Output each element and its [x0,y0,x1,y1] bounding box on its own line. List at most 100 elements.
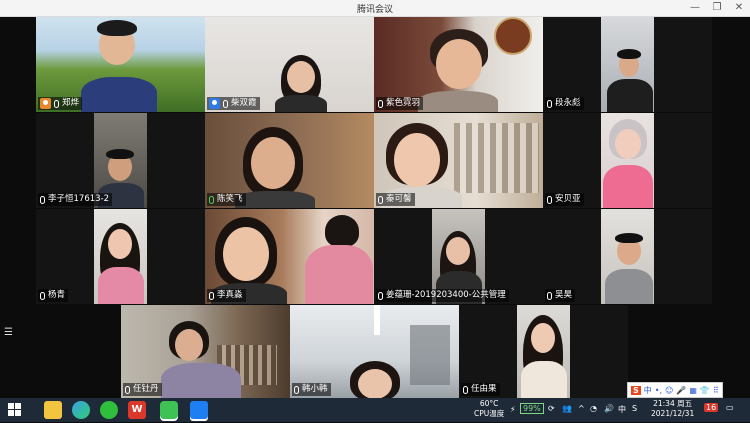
participant-name: 李子恒17613-2 [48,194,110,204]
participant-label: 任由果 [461,383,500,396]
mic-icon [125,385,130,394]
mic-icon [40,291,45,300]
video-tile[interactable]: 陈笑飞 [205,113,374,208]
notification-badge[interactable]: 16 [704,403,719,412]
mic-icon [378,195,383,204]
participant-label: 任钍丹 [123,383,162,396]
video-tile[interactable]: 郑烨 [36,17,205,112]
plug-icon: ⚡ [510,405,516,414]
file-explorer-icon[interactable] [44,401,62,419]
participant-name: 任由果 [471,384,497,394]
participant-label: 李真淼 [207,289,246,302]
sync-icon[interactable]: ⟳ [548,404,555,413]
window-titlebar: 腾讯会议 — ❐ ✕ [0,0,750,17]
cpu-temp-label: CPU温度 [474,409,505,418]
participant-label: 杨青 [38,289,69,302]
battery-indicator[interactable]: 99% [520,403,544,414]
participant-name: 姜蕴珊-2019203400-公共管理 [386,290,506,300]
wechat-icon[interactable] [160,401,178,419]
tencent-meeting-icon[interactable] [190,401,208,419]
participant-name: 任钍丹 [133,384,159,394]
mic-icon [54,99,59,108]
emoji-icon: ☺ [665,385,674,395]
cpu-temp-value: 60°C [479,399,499,408]
participant-name: 秦可馨 [386,194,412,204]
wifi-icon[interactable]: ◔ [590,404,597,413]
video-tile[interactable]: 紫色霓羽 [374,17,543,112]
video-tile[interactable]: 吴昊 [543,209,712,304]
mic-icon [547,99,552,108]
participant-name: 杨青 [48,290,66,300]
tray-expand-icon[interactable]: ^ [578,404,585,413]
ime-lang: 中 [643,385,652,395]
participant-name: 郑烨 [62,98,80,108]
participant-label: 柴双霞 [207,97,260,110]
skin-icon: 👕 [699,385,710,395]
participant-label: 姜蕴珊-2019203400-公共管理 [376,289,509,302]
volume-icon[interactable]: 🔊 [604,404,614,413]
app-green-icon[interactable] [100,401,118,419]
input-lang[interactable]: 中 [618,404,626,415]
member-list-icon[interactable]: ☰ [4,327,16,339]
restore-icon[interactable]: ❐ [706,0,728,16]
clock-date: 2021/12/31 [651,409,695,418]
mic-icon [378,99,383,108]
participant-name: 安贝亚 [555,194,581,204]
video-tile[interactable]: 秦可馨 [374,113,543,208]
video-tile[interactable]: 杨青 [36,209,205,304]
action-center-icon[interactable]: ▭ [726,403,734,412]
participant-label: 陈笑飞 [207,193,246,206]
windows-taskbar: W 60°C CPU温度 ⚡ 99% ⟳ 👥 ^ ◔ 🔊 中 S 21:34 周… [0,398,750,422]
participant-name: 紫色霓羽 [386,98,421,108]
video-tile[interactable]: 任钍丹 [121,305,290,398]
mic-icon [223,99,228,108]
people-icon[interactable]: 👥 [562,404,572,413]
close-icon[interactable]: ✕ [728,0,750,16]
mic-icon [547,195,552,204]
minimize-icon[interactable]: — [684,0,706,16]
participant-name: 李真淼 [217,290,243,300]
windows-start-icon[interactable] [6,401,24,419]
mic-icon [547,291,552,300]
keyboard-icon: ▦ [689,385,697,395]
participant-label: 紫色霓羽 [376,97,424,110]
ime-tray-icon[interactable]: S [632,404,637,413]
clock-time: 21:34 周五 [653,399,693,408]
mic-input-icon: 🎤 [676,385,687,395]
participant-label: 安贝亚 [545,193,584,206]
participant-label: 李子恒17613-2 [38,193,113,206]
video-tile[interactable]: 韩小韩 [290,305,459,398]
video-tile[interactable]: 姜蕴珊-2019203400-公共管理 [374,209,543,304]
participant-label: 韩小韩 [292,383,331,396]
mic-icon [40,195,45,204]
participant-label: 段永彪 [545,97,584,110]
mic-icon [294,385,299,394]
punctuation-icon: •, [654,385,663,395]
video-tile[interactable]: 李真淼 [205,209,374,304]
video-tile[interactable]: 段永彪 [543,17,712,112]
participant-name: 陈笑飞 [217,194,243,204]
video-tile[interactable]: 李子恒17613-2 [36,113,205,208]
mic-icon [209,291,214,300]
sogou-icon: S [631,385,641,395]
participant-name: 吴昊 [555,290,573,300]
mic-icon [378,291,383,300]
participant-label: 郑烨 [38,97,83,110]
video-tile[interactable]: 安贝亚 [543,113,712,208]
window-title: 腾讯会议 [356,5,393,15]
participant-name: 段永彪 [555,98,581,108]
edge-icon[interactable] [72,401,90,419]
mic-icon [209,195,214,204]
video-tile[interactable]: 任由果 [459,305,628,398]
host-icon [40,98,51,109]
cpu-temp: 60°C CPU温度 [474,399,504,419]
mic-icon [463,385,468,394]
ime-toolbar[interactable]: S 中 •, ☺ 🎤 ▦ 👕 ⠿ [627,382,723,398]
participant-name: 韩小韩 [302,384,328,394]
wps-icon[interactable]: W [128,401,146,419]
video-tile[interactable]: 柴双霞 [205,17,374,112]
cohost-icon [209,98,220,109]
participant-label: 秦可馨 [376,193,415,206]
video-gallery: 郑烨 柴双霞 紫色霓羽 段永彪 李子恒17613-2 陈笑飞 秦可馨 安贝亚 杨… [0,17,750,398]
clock[interactable]: 21:34 周五 2021/12/31 [651,399,694,419]
